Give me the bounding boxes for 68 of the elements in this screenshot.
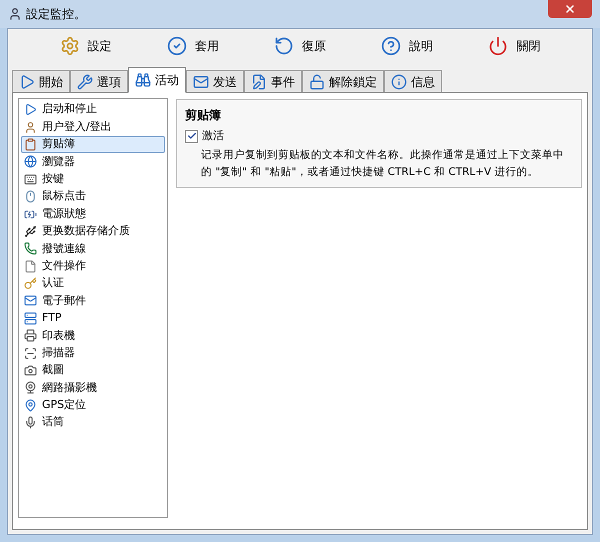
window-title: 設定監控。	[26, 6, 86, 23]
list-item[interactable]: FTP	[21, 310, 165, 328]
tab[interactable]: 選項	[70, 70, 128, 92]
battery-icon	[24, 208, 37, 221]
close-button[interactable]	[548, 0, 592, 18]
description-text: 记录用户复制到剪贴板的文本和文件名称。此操作通常是通过上下文菜单中的 "复制" 和 "粘贴"，或者通过快捷键 CTRL+C 和 CTRL+V 进行的。	[200, 148, 565, 180]
camera-icon	[24, 364, 37, 378]
mouse-icon	[24, 190, 37, 204]
binoculars-icon	[135, 72, 151, 88]
usb-icon	[24, 224, 37, 238]
check-circle-icon	[166, 36, 187, 56]
toolbar-button[interactable]: 復原	[266, 34, 334, 58]
list-item[interactable]: 剪贴簿	[21, 136, 165, 154]
toolbar-button[interactable]: 關閉	[480, 34, 548, 58]
checkbox[interactable]	[185, 130, 198, 143]
tab[interactable]: 開始	[12, 70, 70, 92]
checkbox-label: 激活	[202, 128, 224, 144]
play-icon	[19, 74, 35, 90]
list-item[interactable]: 撥號連線	[21, 240, 165, 258]
list-item[interactable]: 掃描器	[21, 344, 165, 362]
file-icon	[24, 260, 37, 273]
list-item[interactable]: 启动和停止	[21, 101, 165, 118]
list-item[interactable]: 印表機	[21, 327, 165, 344]
close-icon	[564, 3, 576, 15]
list-item[interactable]: 文件操作	[21, 258, 165, 275]
server-icon	[24, 312, 37, 325]
app-icon	[8, 7, 22, 21]
toolbar-button[interactable]: 設定	[52, 34, 120, 58]
tab[interactable]: 事件	[244, 70, 302, 92]
power-icon	[488, 36, 508, 56]
list-item[interactable]: 按键	[21, 170, 165, 188]
list-item[interactable]: 電源狀態	[21, 205, 165, 223]
tab[interactable]: 信息	[384, 70, 442, 92]
clipboard-icon	[24, 138, 37, 151]
list-item[interactable]: 话筒	[21, 414, 165, 432]
list-item[interactable]: 電子郵件	[21, 292, 165, 310]
info-icon	[391, 74, 407, 90]
group-title: 剪贴簿	[185, 107, 222, 124]
microphone-icon	[24, 416, 37, 430]
list-item[interactable]: GPS定位	[21, 396, 165, 414]
settings-icon	[60, 36, 80, 56]
globe-icon	[24, 155, 37, 168]
list-item[interactable]: 截圖	[21, 362, 165, 380]
undo-icon	[274, 36, 294, 56]
list-item[interactable]: 網路攝影機	[21, 379, 165, 397]
unlock-icon	[309, 74, 325, 90]
phone-icon	[24, 242, 37, 256]
toolbar-button[interactable]: 套用	[158, 34, 227, 58]
list-item[interactable]: 认证	[21, 274, 165, 292]
tab[interactable]: 解除鎖定	[302, 70, 384, 92]
pin-icon	[24, 398, 37, 412]
list-item[interactable]: 更换数据存储介质	[21, 222, 165, 240]
user-icon	[24, 120, 37, 134]
webcam-icon	[24, 381, 37, 394]
toolbar-button[interactable]: 說明	[373, 34, 442, 58]
printer-icon	[24, 329, 37, 342]
mail-icon	[24, 294, 37, 308]
tab[interactable]: 发送	[186, 70, 244, 92]
help-icon	[381, 36, 402, 56]
wrench-icon	[77, 74, 93, 90]
play-icon	[24, 103, 37, 116]
list-item[interactable]: 鼠标点击	[21, 188, 165, 206]
list-item[interactable]: 用户登入/登出	[21, 118, 165, 136]
list-item[interactable]: 瀏覽器	[21, 153, 165, 171]
tab[interactable]: 活动	[128, 67, 186, 93]
mail-icon	[193, 74, 209, 90]
document-icon	[251, 74, 267, 90]
scanner-icon	[24, 346, 37, 360]
